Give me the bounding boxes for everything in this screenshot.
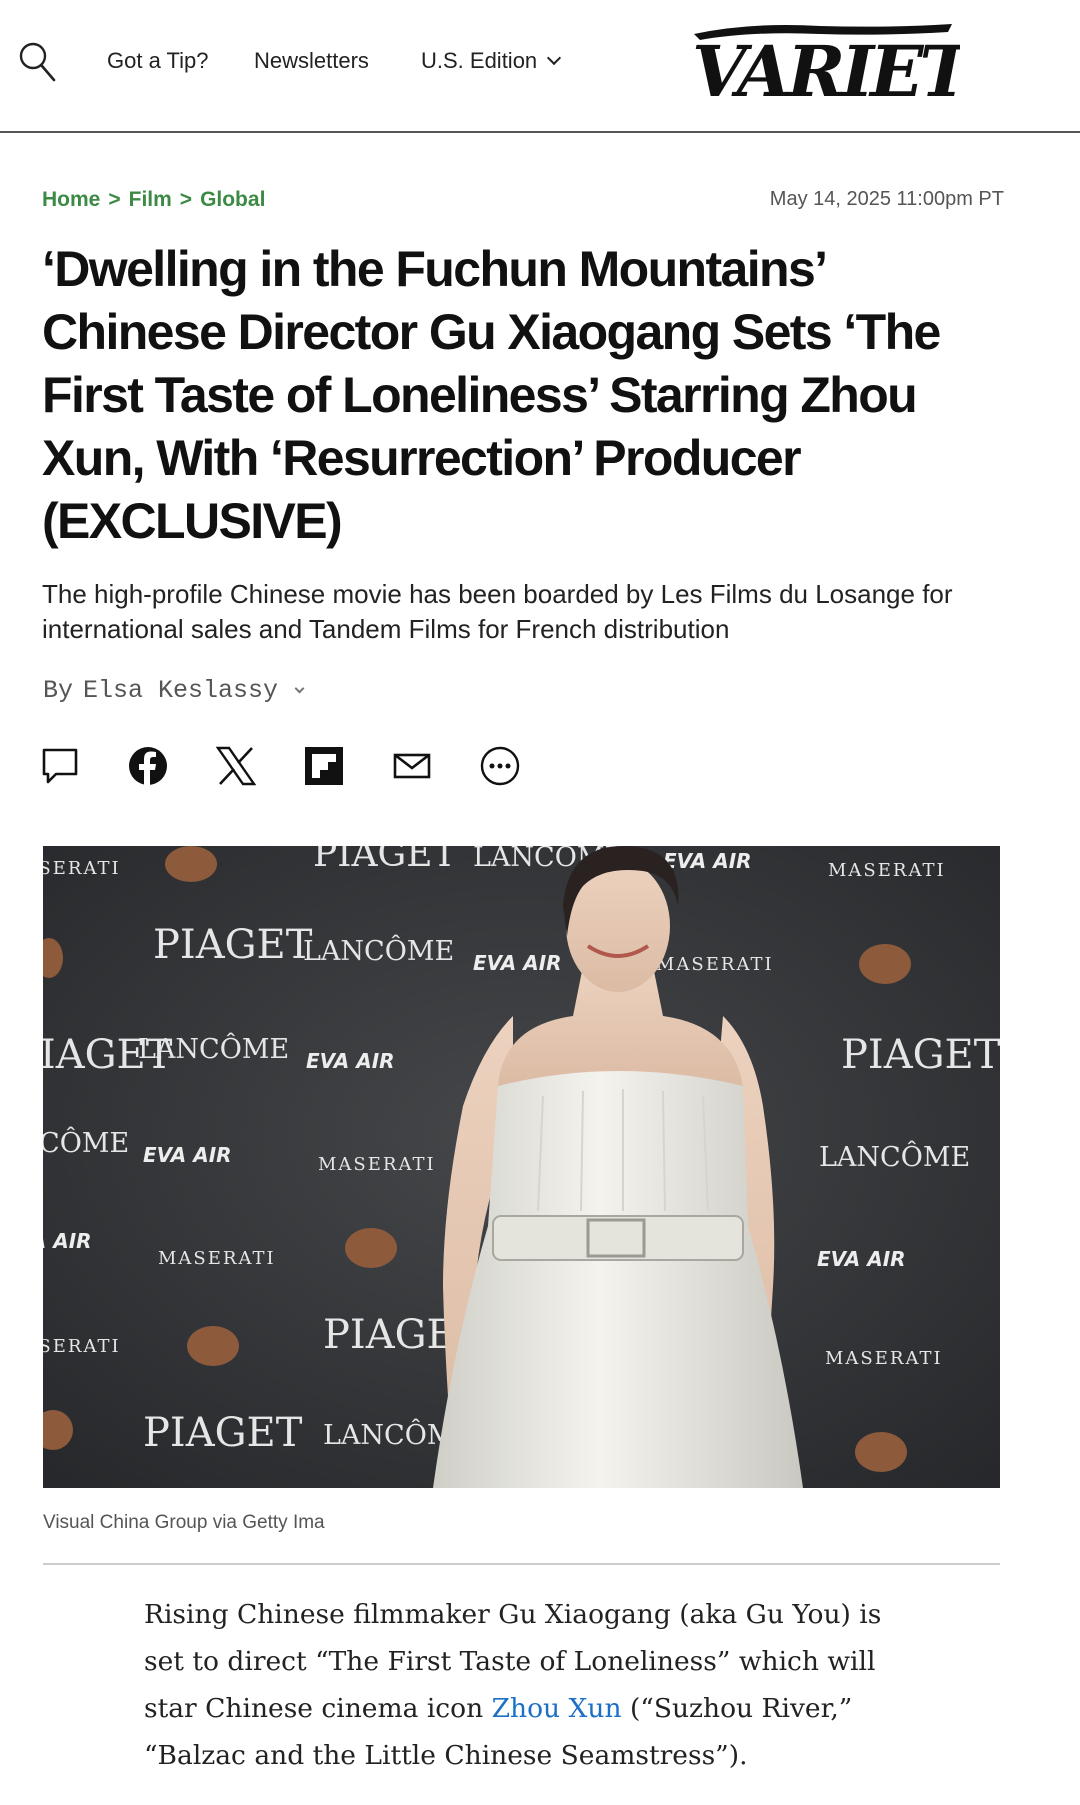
breadcrumb: Home > Film > Global xyxy=(42,188,265,212)
publish-date: May 14, 2025 11:00pm PT xyxy=(769,188,1004,210)
svg-text:MASERATI: MASERATI xyxy=(43,1336,121,1357)
svg-text:PIAGET: PIAGET xyxy=(153,922,313,968)
svg-text:PIAGET: PIAGET xyxy=(841,1032,1000,1078)
svg-text:MASERATI: MASERATI xyxy=(828,860,946,881)
svg-text:PIAGET: PIAGET xyxy=(313,846,457,875)
svg-text:MASERATI: MASERATI xyxy=(43,858,121,879)
svg-text:MASERATI: MASERATI xyxy=(158,1248,276,1269)
article-hero-photo[interactable]: PIAGET PIAGET PIAGET PIAGET PIAGET PIAGE… xyxy=(43,846,1000,1488)
author-name[interactable]: Elsa Keslassy xyxy=(83,676,278,705)
article-headline: ‘Dwelling in the Fuchun Mountains’ Chine… xyxy=(42,241,941,549)
svg-text:LANCÔME: LANCÔME xyxy=(138,1031,289,1065)
svg-text:EVA AIR: EVA AIR xyxy=(663,849,752,873)
logo-wordmark: VARIETY xyxy=(692,30,960,104)
share-bar xyxy=(40,743,568,789)
divider xyxy=(43,1563,1000,1565)
byline-prefix: By xyxy=(43,676,74,705)
breadcrumb-film[interactable]: Film xyxy=(129,188,172,212)
byline: By Elsa Keslassy xyxy=(43,676,305,705)
facebook-icon[interactable] xyxy=(128,743,216,789)
svg-text:PIAGET: PIAGET xyxy=(143,1410,303,1456)
email-icon[interactable] xyxy=(392,743,480,789)
edition-selector[interactable]: U.S. Edition xyxy=(421,48,562,74)
article-paragraph: Rising Chinese filmmaker Gu Xiaogang (ak… xyxy=(144,1591,884,1779)
nav-got-a-tip[interactable]: Got a Tip? xyxy=(107,48,209,74)
variety-logo[interactable]: VARIETY xyxy=(690,18,1028,113)
svg-text:LANCÔME: LANCÔME xyxy=(303,933,454,967)
chevron-down-icon[interactable] xyxy=(294,683,305,694)
flipboard-icon[interactable] xyxy=(304,743,392,789)
svg-text:LANCÔME: LANCÔME xyxy=(819,1139,970,1173)
svg-text:EVA AIR: EVA AIR xyxy=(43,1229,92,1253)
svg-text:MASERATI: MASERATI xyxy=(318,1154,436,1175)
search-icon[interactable] xyxy=(18,40,58,84)
svg-text:EVA AIR: EVA AIR xyxy=(817,1247,906,1271)
zhou-xun-link[interactable]: Zhou Xun xyxy=(492,1693,622,1724)
nav-newsletters[interactable]: Newsletters xyxy=(254,48,369,74)
svg-text:EVA AIR: EVA AIR xyxy=(306,1049,395,1073)
red-carpet-photo: PIAGET PIAGET PIAGET PIAGET PIAGET PIAGE… xyxy=(43,846,1000,1488)
edition-label: U.S. Edition xyxy=(421,48,538,73)
breadcrumb-global[interactable]: Global xyxy=(200,188,265,212)
article-dek: The high-profile Chinese movie has been … xyxy=(42,579,953,644)
more-icon[interactable] xyxy=(480,743,568,789)
breadcrumb-separator: > xyxy=(179,188,193,211)
svg-text:LANCÔME: LANCÔME xyxy=(43,1125,129,1159)
site-header: Got a Tip? Newsletters U.S. Edition VARI… xyxy=(0,0,1080,133)
svg-text:EVA AIR: EVA AIR xyxy=(143,1143,232,1167)
breadcrumb-home[interactable]: Home xyxy=(42,188,100,212)
breadcrumb-separator: > xyxy=(108,188,121,211)
x-icon[interactable] xyxy=(216,743,304,789)
comment-icon[interactable] xyxy=(40,743,128,789)
photo-caption: Visual China Group via Getty Ima xyxy=(43,1512,325,1533)
svg-text:EVA AIR: EVA AIR xyxy=(473,951,562,975)
svg-text:MASERATI: MASERATI xyxy=(825,1348,943,1369)
svg-text:MASERATI: MASERATI xyxy=(656,954,774,975)
chevron-down-icon xyxy=(547,50,562,66)
